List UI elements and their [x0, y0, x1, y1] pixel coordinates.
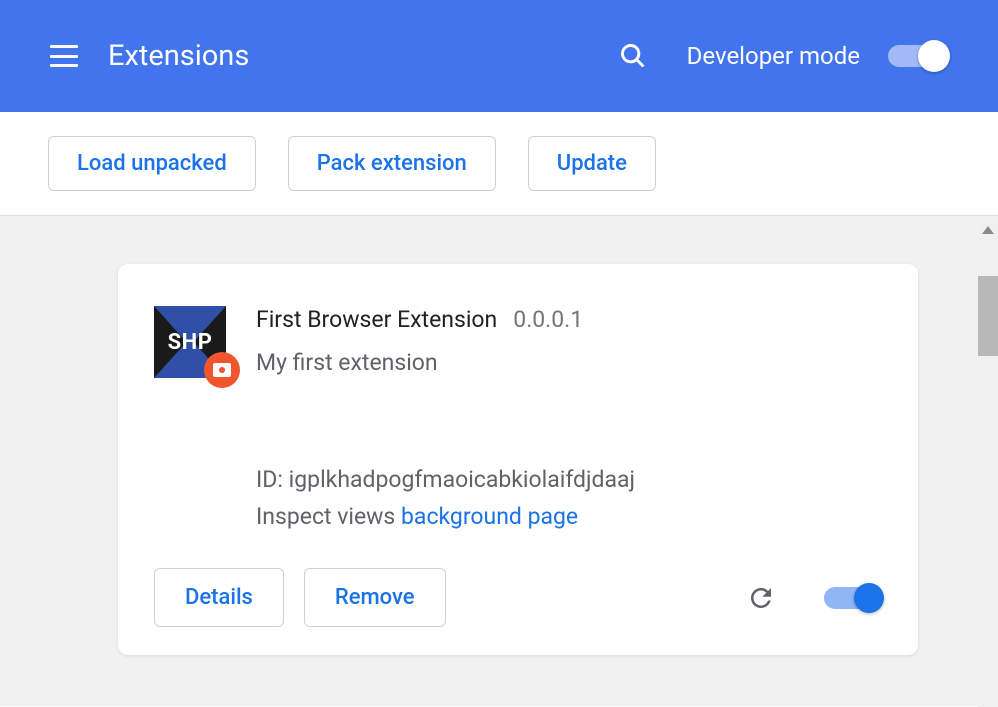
extension-id: ID: igplkhadpogfmaoicabkiolaifdjdaaj	[256, 466, 882, 493]
app-header: Extensions Developer mode	[0, 0, 998, 112]
update-button[interactable]: Update	[528, 136, 656, 191]
menu-icon[interactable]	[50, 45, 78, 67]
developer-mode-toggle[interactable]	[888, 45, 948, 67]
extension-inspect-views: Inspect views background page	[256, 503, 882, 530]
extension-name: First Browser Extension	[256, 306, 497, 333]
remove-button[interactable]: Remove	[304, 568, 446, 627]
details-button[interactable]: Details	[154, 568, 284, 627]
page-title: Extensions	[108, 39, 619, 73]
extension-icon-text: SHP	[168, 330, 213, 355]
extension-enable-toggle[interactable]	[824, 587, 882, 609]
extension-version: 0.0.0.1	[513, 306, 583, 333]
developer-mode-label: Developer mode	[687, 42, 860, 70]
developer-toolbar: Load unpacked Pack extension Update	[0, 112, 998, 216]
pack-extension-button[interactable]: Pack extension	[288, 136, 496, 191]
extension-card: SHP First Browser Extension 0.0.0.1 My f…	[118, 264, 918, 655]
load-unpacked-button[interactable]: Load unpacked	[48, 136, 256, 191]
scrollbar[interactable]	[978, 220, 998, 707]
scroll-thumb[interactable]	[978, 276, 998, 356]
extension-badge-icon	[204, 352, 240, 388]
scroll-up-arrow-icon[interactable]	[982, 226, 994, 234]
background-page-link[interactable]: background page	[401, 503, 578, 530]
developer-mode-toggle-container: Developer mode	[687, 42, 948, 70]
reload-icon[interactable]	[746, 583, 776, 613]
search-icon[interactable]	[619, 42, 647, 70]
extension-icon: SHP	[154, 306, 226, 378]
extension-description: My first extension	[256, 349, 882, 376]
extensions-list: SHP First Browser Extension 0.0.0.1 My f…	[0, 216, 998, 706]
